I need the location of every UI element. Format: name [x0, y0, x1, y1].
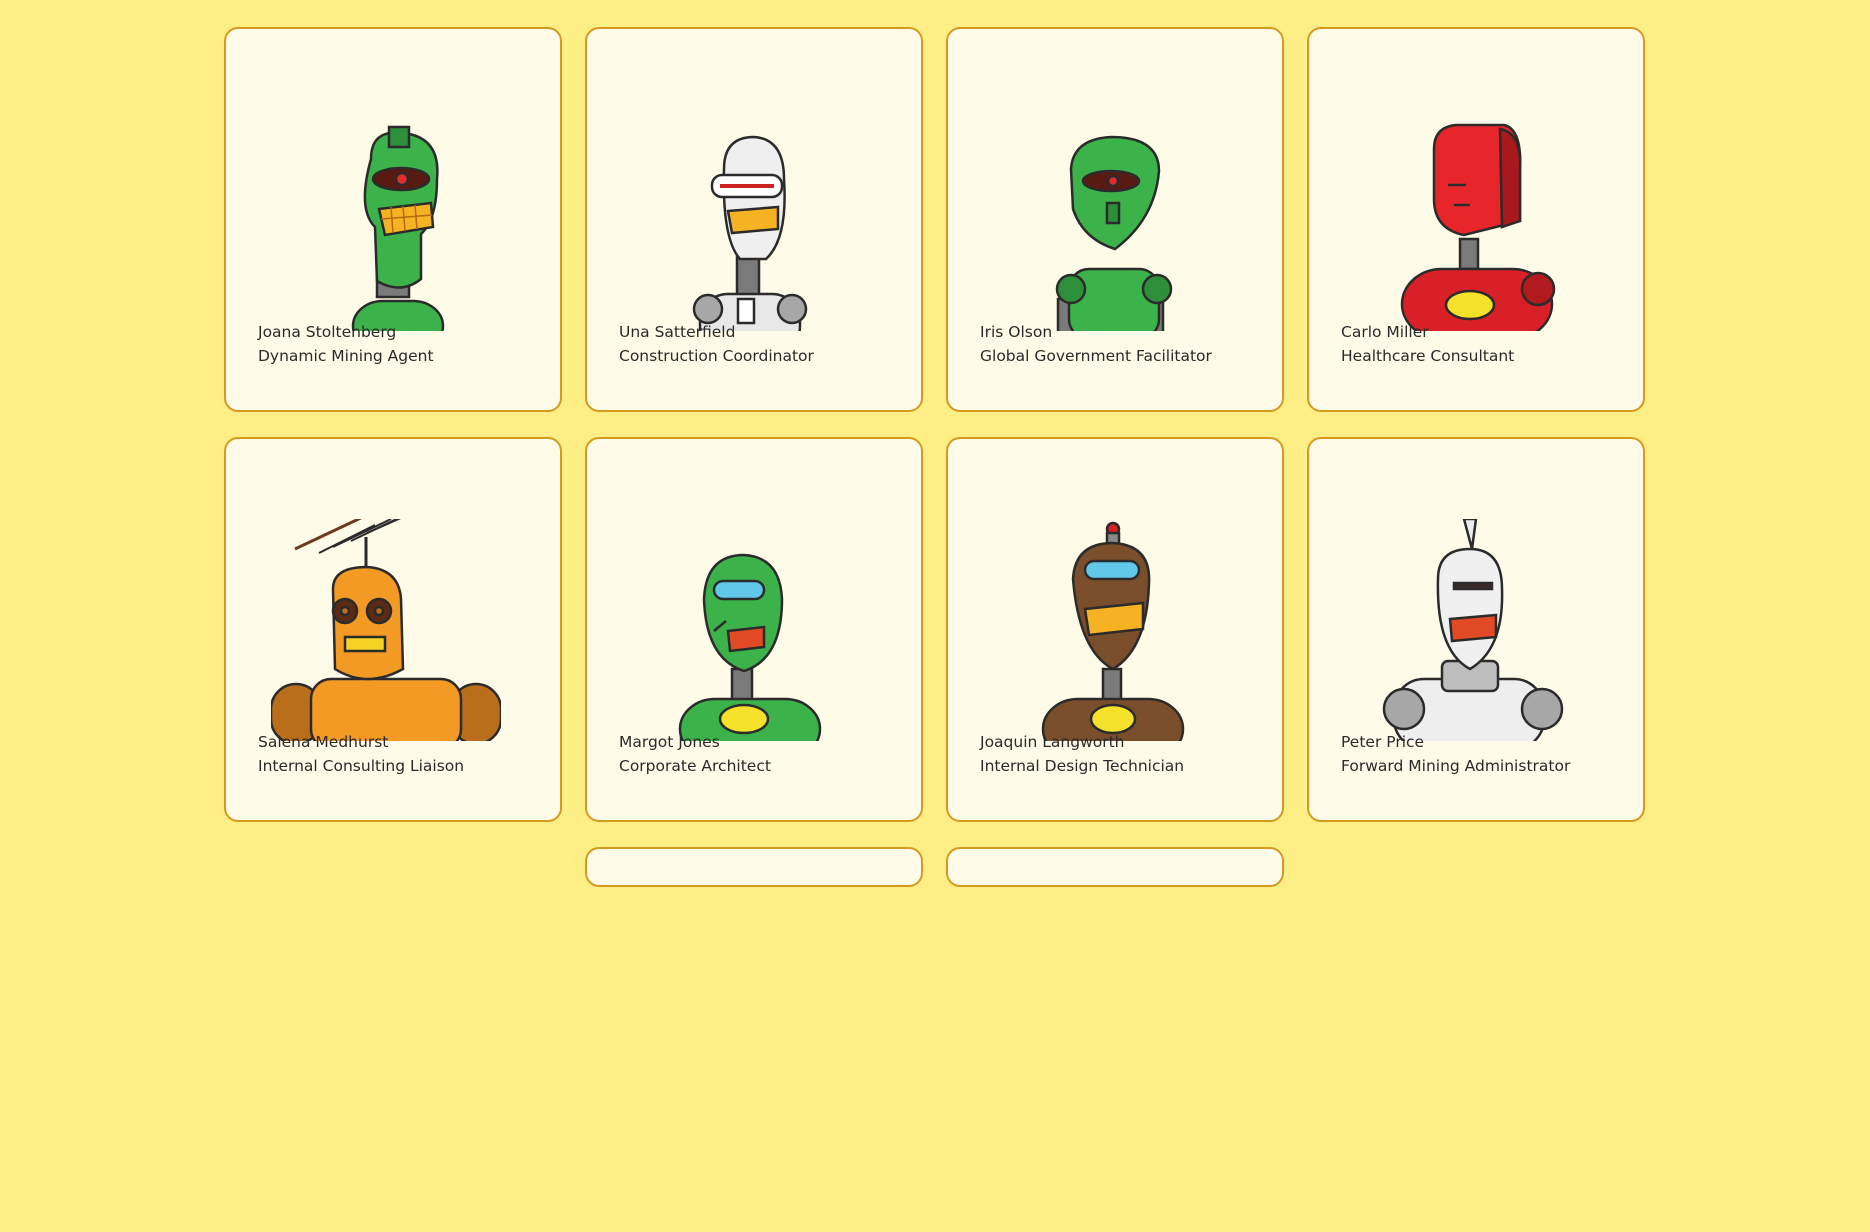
green-robot-avatar-icon — [632, 519, 862, 741]
profile-card[interactable]: Peter Price Forward Mining Administrator — [1307, 437, 1645, 822]
profile-card[interactable]: Carlo Miller Healthcare Consultant — [1307, 27, 1645, 412]
person-name: Margot Jones — [619, 733, 720, 751]
person-name: Carlo Miller — [1341, 323, 1429, 341]
profile-card[interactable]: Margot Jones Corporate Architect — [585, 437, 923, 822]
green-robot-avatar-icon — [993, 109, 1223, 331]
person-name: Joaquin Langworth — [980, 733, 1125, 751]
person-name: Salena Medhurst — [258, 733, 389, 751]
profile-card[interactable]: Salena Medhurst Internal Consulting Liai… — [224, 437, 562, 822]
person-title: Dynamic Mining Agent — [258, 347, 434, 365]
person-name: Una Satterfield — [619, 323, 736, 341]
person-title: Construction Coordinator — [619, 347, 814, 365]
person-name: Peter Price — [1341, 733, 1425, 751]
person-name: Iris Olson — [980, 323, 1053, 341]
person-title: Internal Design Technician — [980, 757, 1185, 775]
profile-card[interactable]: Iris Olson Global Government Facilitator — [946, 27, 1284, 412]
white-robot-avatar-icon — [1354, 519, 1584, 741]
profile-card[interactable]: Joaquin Langworth Internal Design Techni… — [946, 437, 1284, 822]
person-title: Global Government Facilitator — [980, 347, 1212, 365]
profile-card[interactable]: Una Satterfield Construction Coordinator — [585, 27, 923, 412]
robot-card-grid: Joana Stoltenberg Dynamic Mining Agent U… — [224, 27, 1648, 1232]
person-title: Healthcare Consultant — [1341, 347, 1515, 365]
person-title: Corporate Architect — [619, 757, 771, 775]
red-robot-avatar-icon — [1354, 109, 1584, 331]
white-robot-avatar-icon — [632, 109, 862, 331]
profile-card[interactable]: Joana Stoltenberg Dynamic Mining Agent — [224, 27, 562, 412]
profile-card[interactable] — [946, 847, 1284, 887]
profile-card[interactable] — [585, 847, 923, 887]
person-title: Internal Consulting Liaison — [258, 757, 465, 775]
person-name: Joana Stoltenberg — [258, 323, 397, 341]
green-robot-avatar-icon — [271, 109, 501, 331]
person-title: Forward Mining Administrator — [1341, 757, 1571, 775]
orange-robot-avatar-icon — [271, 519, 501, 741]
brown-robot-avatar-icon — [993, 519, 1223, 741]
